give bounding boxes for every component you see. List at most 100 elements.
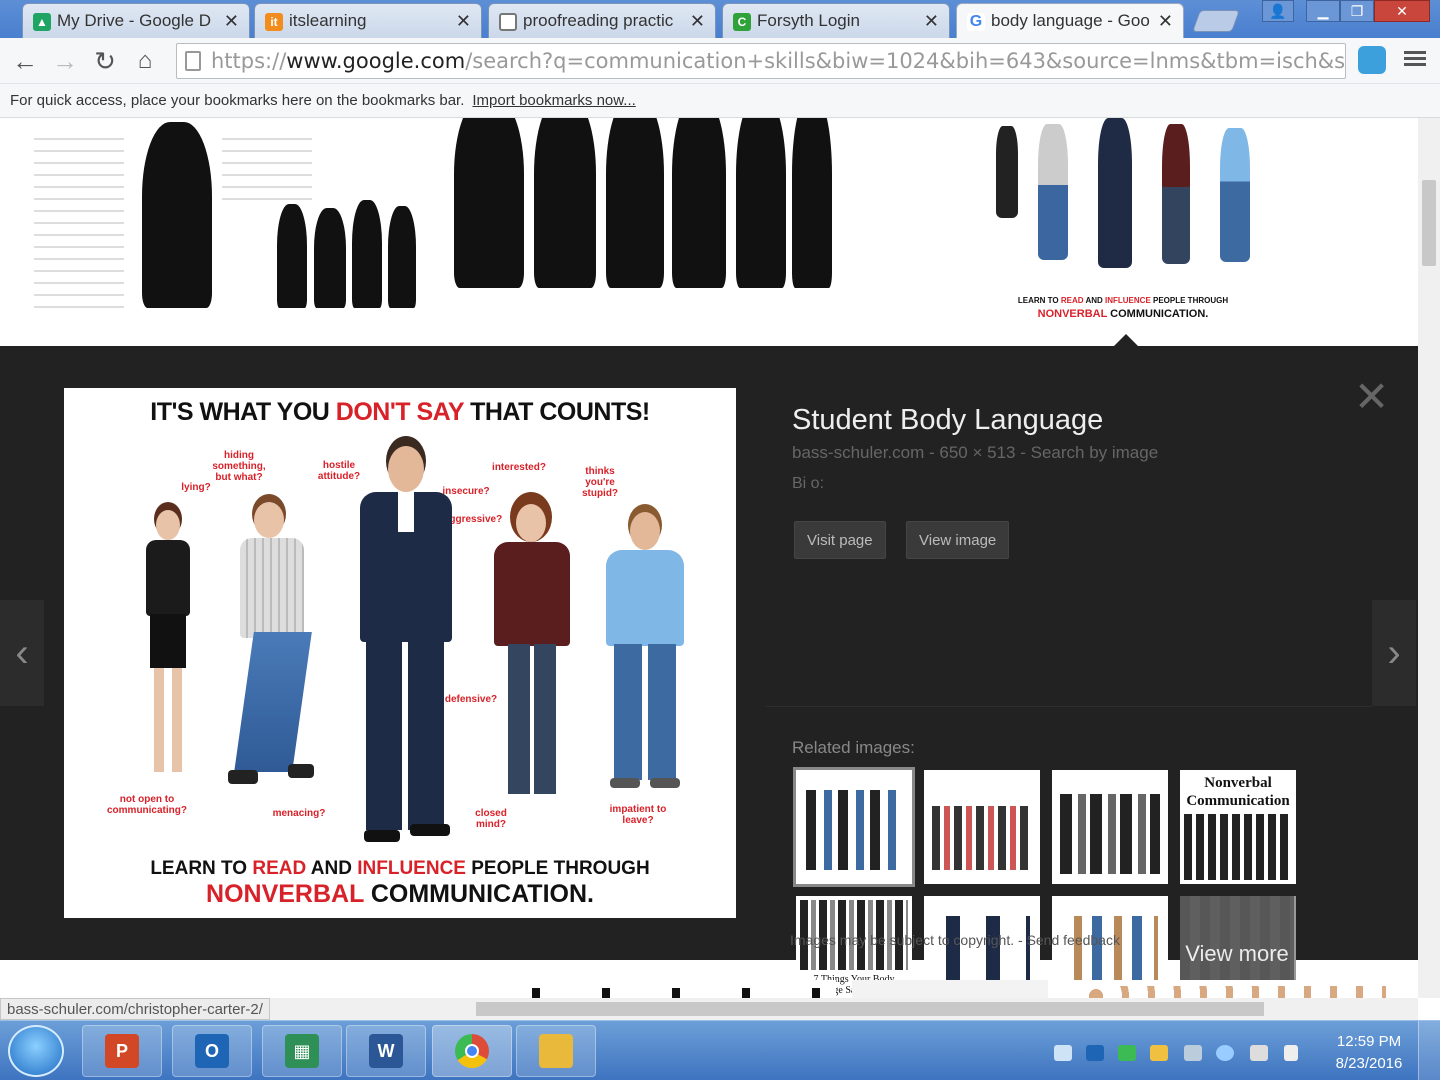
person-silhouette: [454, 118, 524, 288]
screen: ▲ My Drive - Google D ✕ it itslearning ✕…: [0, 0, 1440, 1080]
copyright-notice: Images may be subject to copyright. - Se…: [790, 932, 1120, 948]
search-icon[interactable]: [1054, 1045, 1072, 1061]
person-silhouette: [352, 200, 382, 308]
security-tray-icon[interactable]: [1118, 1045, 1136, 1061]
tab-body-language[interactable]: G body language - Goo ✕: [956, 3, 1184, 38]
thumbnail-caption: NONVERBAL COMMUNICATION.: [1037, 308, 1209, 320]
preview-image[interactable]: IT'S WHAT YOU DON'T SAY THAT COUNTS! lyi…: [64, 388, 736, 918]
related-image[interactable]: [793, 767, 915, 887]
person-silhouette: [792, 118, 832, 288]
person-figure: [1220, 128, 1250, 262]
google-icon: G: [967, 13, 985, 31]
new-tab-button[interactable]: [1191, 10, 1241, 32]
taskbar-calculator[interactable]: ▦: [262, 1025, 342, 1077]
person-silhouette: [534, 118, 596, 288]
view-image-button[interactable]: View image: [906, 521, 1010, 559]
image-title[interactable]: Student Body Language: [792, 404, 1352, 437]
bookmarks-hint: For quick access, place your bookmarks h…: [10, 92, 465, 109]
person-figure: [996, 126, 1018, 218]
sync-tray-icon[interactable]: [1216, 1045, 1234, 1061]
callout-label: impatient to leave?: [609, 804, 667, 826]
back-arrow-icon[interactable]: ←: [8, 44, 42, 78]
result-thumbnail[interactable]: [22, 118, 428, 320]
result-thumbnail-selected[interactable]: LEARN TO READ AND INFLUENCE PEOPLE THROU…: [958, 118, 1288, 328]
image-footer-line1: LEARN TO READ AND INFLUENCE PEOPLE THROU…: [150, 858, 650, 879]
result-thumbnail[interactable]: [1066, 980, 1392, 998]
send-feedback-link[interactable]: Send feedback: [1027, 932, 1120, 948]
callout-label: interested?: [492, 462, 546, 473]
tab-proofreading[interactable]: proofreading practic ✕: [488, 3, 716, 38]
person-silhouette: [736, 118, 786, 288]
image-details: Student Body Language bass-schuler.com -…: [792, 404, 1352, 493]
restore-button[interactable]: ❐: [1340, 0, 1374, 22]
close-tab-icon[interactable]: ✕: [1158, 11, 1173, 32]
result-thumbnail[interactable]: [852, 980, 1048, 998]
notification-tray-icon[interactable]: [1150, 1045, 1168, 1061]
callout-label: closed mind?: [475, 808, 507, 830]
man-with-sunglasses: [204, 502, 334, 792]
page-icon: [499, 13, 517, 31]
vertical-scrollbar[interactable]: [1418, 118, 1440, 998]
windows-taskbar: P O ▦ W 12:59 PM 8/23/2016: [0, 1020, 1440, 1080]
next-image-arrow[interactable]: ›: [1372, 600, 1416, 706]
result-thumbnail[interactable]: [444, 118, 836, 324]
outlook-tray-icon[interactable]: [1086, 1045, 1104, 1061]
image-preview-panel: ‹ › ✕ IT'S WHAT YOU DON'T SAY THAT COUNT…: [0, 346, 1418, 998]
taskbar-file-explorer[interactable]: [516, 1025, 596, 1077]
source-domain[interactable]: bass-schuler.com: [792, 443, 924, 462]
system-clock[interactable]: 12:59 PM 8/23/2016: [1328, 1031, 1410, 1075]
close-tab-icon[interactable]: ✕: [924, 11, 939, 32]
google-drive-icon: ▲: [33, 13, 51, 31]
user-profile-icon[interactable]: 👤: [1262, 0, 1294, 22]
close-tab-icon[interactable]: ✕: [456, 11, 471, 32]
volume-icon[interactable]: [1284, 1045, 1298, 1061]
tab-forsyth-login[interactable]: C Forsyth Login ✕: [722, 3, 950, 38]
search-by-image-link[interactable]: Search by image: [1031, 443, 1159, 462]
close-icon[interactable]: ✕: [1354, 372, 1389, 421]
related-image[interactable]: Nonverbal Communication: [1180, 770, 1296, 884]
image-meta: bass-schuler.com - 650 × 513 - Search by…: [792, 443, 1159, 462]
calculator-icon: ▦: [285, 1034, 319, 1068]
person-silhouette: [388, 206, 416, 308]
taskbar-outlook[interactable]: O: [172, 1025, 252, 1077]
bookmarks-bar: For quick access, place your bookmarks h…: [0, 84, 1440, 118]
close-tab-icon[interactable]: ✕: [224, 11, 239, 32]
callout-label: hiding something, but what?: [212, 450, 266, 483]
woman-in-maroon-top: [474, 504, 590, 804]
visit-page-button[interactable]: Visit page: [794, 521, 886, 559]
forward-arrow-icon[interactable]: →: [48, 44, 82, 78]
extension-icon[interactable]: [1358, 46, 1386, 74]
text-lines-graphic: [34, 128, 124, 308]
home-icon[interactable]: ⌂: [128, 44, 162, 78]
import-bookmarks-link[interactable]: Import bookmarks now...: [472, 92, 635, 109]
minimize-button[interactable]: ▁: [1306, 0, 1340, 22]
reload-icon[interactable]: ↻: [88, 44, 122, 78]
network-tray-icon[interactable]: [1184, 1045, 1202, 1061]
status-bar-link: bass-schuler.com/christopher-carter-2/: [0, 998, 270, 1020]
start-button[interactable]: [8, 1025, 64, 1077]
close-tab-icon[interactable]: ✕: [690, 11, 705, 32]
close-window-button[interactable]: ✕: [1374, 0, 1430, 22]
tab-my-drive[interactable]: ▲ My Drive - Google D ✕: [22, 3, 250, 38]
tab-itslearning[interactable]: it itslearning ✕: [254, 3, 482, 38]
search-results: LEARN TO READ AND INFLUENCE PEOPLE THROU…: [0, 118, 1418, 998]
taskbar-word[interactable]: W: [346, 1025, 426, 1077]
clock-date: 8/23/2016: [1335, 1055, 1403, 1072]
show-desktop-button[interactable]: [1418, 1021, 1440, 1080]
outlook-icon: O: [195, 1034, 229, 1068]
previous-image-arrow[interactable]: ‹: [0, 600, 44, 706]
image-dimensions: 650 × 513: [939, 443, 1016, 462]
taskbar-powerpoint[interactable]: P: [82, 1025, 162, 1077]
clock-time: 12:59 PM: [1336, 1033, 1402, 1050]
result-thumbnail[interactable]: [522, 980, 836, 998]
menu-icon[interactable]: [1404, 48, 1426, 70]
taskbar-chrome[interactable]: [432, 1025, 512, 1077]
url-text: https://www.google.com/search?q=communic…: [211, 49, 1346, 73]
powerpoint-icon: P: [105, 1034, 139, 1068]
related-image[interactable]: [924, 770, 1040, 884]
related-image[interactable]: [1052, 770, 1168, 884]
panel-pointer: [1114, 334, 1138, 346]
display-tray-icon[interactable]: [1250, 1045, 1268, 1061]
address-bar[interactable]: https://www.google.com/search?q=communic…: [176, 43, 1346, 79]
person-figure: [1162, 124, 1190, 264]
